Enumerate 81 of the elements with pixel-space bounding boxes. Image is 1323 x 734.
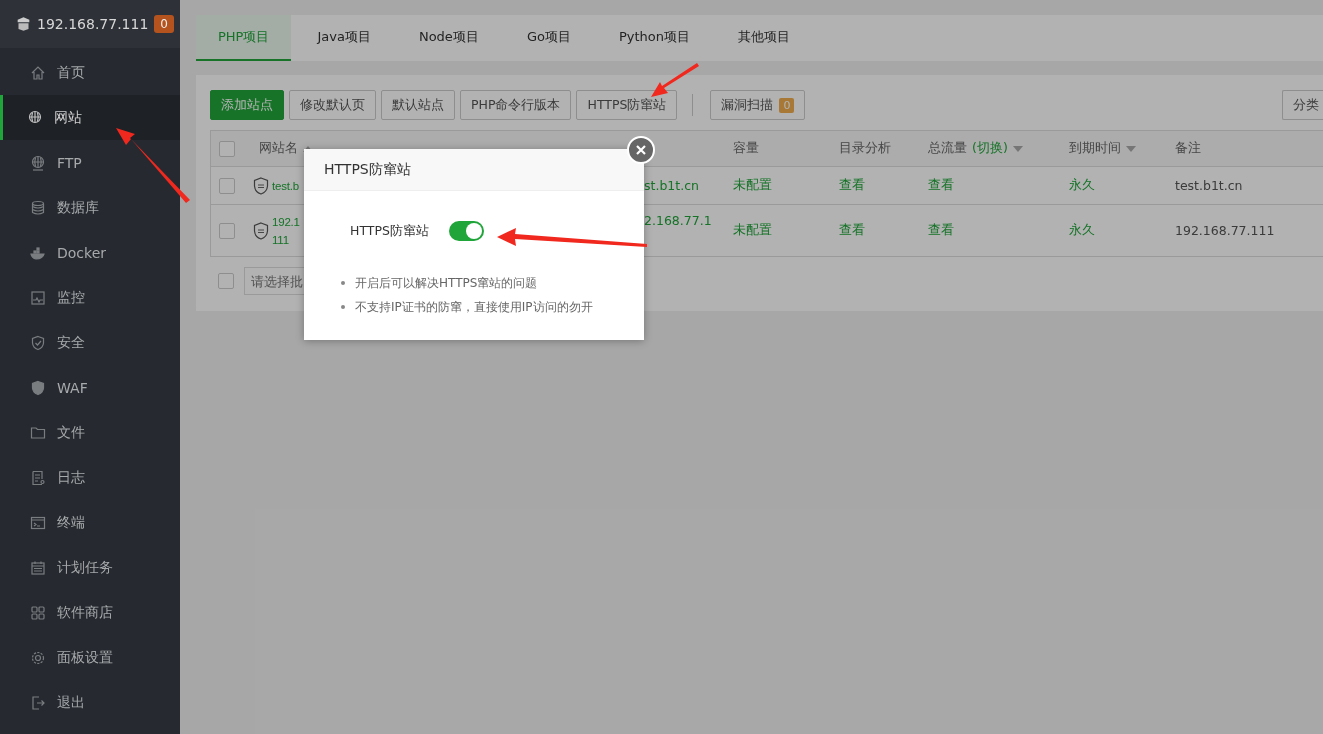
- root-path-link[interactable]: 2.168.77.1: [644, 213, 712, 228]
- toolbar-button[interactable]: 修改默认页: [289, 90, 376, 120]
- calendar-icon: [30, 559, 46, 576]
- waf-shield-icon: [253, 221, 269, 240]
- project-tab[interactable]: Python项目: [596, 15, 712, 61]
- sidebar-item[interactable]: FTP: [0, 140, 180, 185]
- waf-shield-icon: [253, 176, 269, 195]
- category-button[interactable]: 分类: [1282, 90, 1323, 120]
- sidebar-item[interactable]: 软件商店: [0, 590, 180, 635]
- annotation-arrow: [651, 63, 699, 97]
- home-icon: [30, 64, 46, 81]
- view-link[interactable]: 查看: [928, 222, 954, 239]
- toggle-label: HTTPS防窜站: [350, 222, 429, 240]
- view-link[interactable]: 查看: [839, 177, 865, 194]
- column-header[interactable]: 到期时间: [1069, 140, 1136, 157]
- checkbox[interactable]: [219, 177, 235, 194]
- checkbox[interactable]: [219, 140, 235, 157]
- project-tab[interactable]: 其他项目: [715, 15, 812, 61]
- log-icon: [30, 469, 46, 486]
- sidebar-item[interactable]: 数据库: [0, 185, 180, 230]
- capacity-link[interactable]: 未配置: [733, 222, 772, 239]
- logo-icon: [16, 15, 31, 33]
- database-icon: [30, 199, 46, 216]
- globe-icon: [27, 109, 43, 126]
- site-link[interactable]: 192.1 111: [272, 212, 300, 249]
- note-text: 开启后可以解决HTTPS窜站的问题: [355, 274, 538, 292]
- toolbar-button[interactable]: PHP命令行版本: [460, 90, 572, 120]
- sidebar-item[interactable]: 网站: [0, 95, 180, 140]
- host-name: 192.168.77.111: [37, 16, 149, 32]
- column-header[interactable]: 目录分析: [839, 140, 891, 157]
- sort-arrow-icon[interactable]: [1126, 145, 1136, 152]
- sidebar-item[interactable]: 面板设置: [0, 635, 180, 680]
- capacity-link[interactable]: 未配置: [733, 177, 772, 194]
- sort-arrow-icon[interactable]: [1012, 145, 1023, 152]
- exit-icon: [30, 694, 46, 711]
- sidebar-item[interactable]: 文件: [0, 410, 180, 455]
- monitor-icon: [30, 289, 46, 306]
- checkbox[interactable]: [219, 222, 235, 239]
- add-site-button[interactable]: 添加站点: [210, 90, 284, 120]
- table-cell: 192.168.77.111: [1175, 223, 1275, 238]
- sidebar-item[interactable]: Docker: [0, 230, 180, 275]
- sidebar-item[interactable]: 日志: [0, 455, 180, 500]
- checkbox[interactable]: [218, 273, 234, 289]
- table-cell: test.b1t.cn: [1175, 178, 1243, 193]
- site-link[interactable]: test.b: [272, 176, 299, 195]
- scan-button[interactable]: 漏洞扫描 0: [710, 90, 806, 120]
- bullet-icon: [341, 281, 345, 285]
- notification-badge[interactable]: 0: [154, 15, 174, 33]
- bullet-icon: [341, 305, 345, 309]
- docker-icon: [30, 244, 46, 261]
- column-header[interactable]: 备注: [1175, 140, 1201, 157]
- expiry-link[interactable]: 永久: [1069, 222, 1095, 239]
- project-tab[interactable]: Node项目: [396, 15, 501, 61]
- expiry-link[interactable]: 永久: [1069, 177, 1095, 194]
- folder-icon: [30, 424, 46, 441]
- toggle-switch[interactable]: [448, 221, 484, 241]
- view-link[interactable]: 查看: [928, 177, 954, 194]
- sidebar-item[interactable]: 终端: [0, 500, 180, 545]
- column-header[interactable]: 容量: [733, 140, 759, 157]
- sidebar-item[interactable]: 监控: [0, 275, 180, 320]
- dialog-title: HTTPS防窜站: [304, 149, 644, 191]
- sidebar-item[interactable]: 计划任务: [0, 545, 180, 590]
- waf-shield-icon: [30, 379, 46, 396]
- shield-icon: [30, 334, 46, 351]
- sidebar-item[interactable]: 安全: [0, 320, 180, 365]
- ftp-icon: [30, 154, 46, 171]
- sidebar-item[interactable]: WAF: [0, 365, 180, 410]
- project-tab[interactable]: Java项目: [295, 15, 393, 61]
- sidebar-item[interactable]: 首页: [0, 50, 180, 95]
- close-icon: [635, 144, 647, 156]
- settings-icon: [30, 649, 46, 666]
- project-tab[interactable]: Go项目: [504, 15, 593, 61]
- root-path-link[interactable]: st.b1t.cn: [644, 178, 699, 193]
- column-header[interactable]: 总流量 (切换): [928, 140, 1023, 157]
- toolbar-button[interactable]: HTTPS防窜站: [576, 90, 678, 120]
- grid-icon: [30, 604, 46, 621]
- toolbar-button[interactable]: 默认站点: [381, 90, 455, 120]
- note-text: 不支持IP证书的防窜，直接使用IP访问的勿开: [355, 298, 593, 316]
- view-link[interactable]: 查看: [839, 222, 865, 239]
- terminal-icon: [30, 514, 46, 531]
- sidebar-item[interactable]: 退出: [0, 680, 180, 725]
